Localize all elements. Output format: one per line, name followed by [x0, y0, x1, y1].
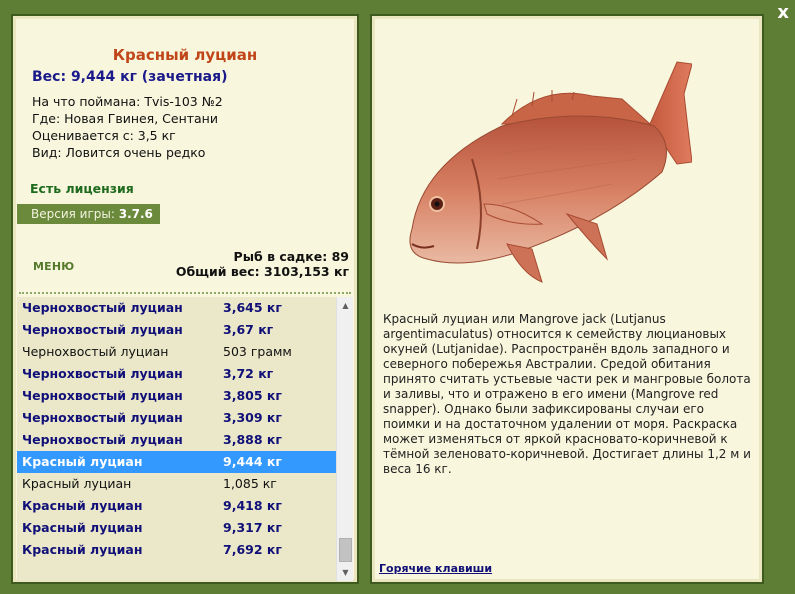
catch-row-name: Чернохвостый луциан [22, 432, 183, 447]
catch-row[interactable]: Красный луциан 7,692 кг [17, 539, 336, 561]
fish-description: Красный луциан или Mangrove jack (Lutjan… [383, 312, 751, 476]
fish-image [409, 61, 692, 283]
catch-row-name: Красный луциан [22, 520, 143, 535]
rarity-line: Вид: Ловится очень редко [32, 145, 206, 160]
version-label: Версия игры: [31, 207, 115, 221]
catch-row-name: Чернохвостый луциан [22, 366, 183, 381]
catch-row-name: Чернохвостый луциан [22, 410, 183, 425]
catch-row[interactable]: Чернохвостый луциан 503 грамм [17, 341, 336, 363]
bait-line: На что поймана: Tvis-103 №2 [32, 94, 223, 109]
catch-row-name: Красный луциан [22, 542, 143, 557]
catch-row[interactable]: Чернохвостый луциан 3,309 кг [17, 407, 336, 429]
fish-weight: Вес: 9,444 кг (зачетная) [32, 69, 228, 85]
catch-row-weight: 9,444 кг [223, 454, 282, 469]
hotkeys-link[interactable]: Горячие клавиши [379, 562, 492, 575]
catch-row-weight: 3,67 кг [223, 322, 274, 337]
catch-row-weight: 3,805 кг [223, 388, 282, 403]
catch-row-weight: 3,72 кг [223, 366, 274, 381]
catch-row-weight: 503 грамм [223, 344, 292, 359]
catch-row-weight: 1,085 кг [223, 476, 277, 491]
version-bar: Версия игры: 3.7.6 [17, 204, 160, 224]
catch-row[interactable]: Красный луциан 1,085 кг [17, 473, 336, 495]
catch-list[interactable]: Чернохвостый луциан 3,645 кг Чернохвостый … [17, 297, 336, 581]
catch-row-name: Чернохвостый луциан [22, 344, 169, 359]
catch-row-weight: 7,692 кг [223, 542, 282, 557]
keep-total-weight: Общий вес: 3103,153 кг [175, 264, 349, 279]
fish-details-panel: Красный луциан Вес: 9,444 кг (зачетная) … [11, 14, 359, 584]
catch-row-name: Красный луциан [22, 476, 132, 491]
catch-row-weight: 9,317 кг [223, 520, 282, 535]
fish-info: Красный луциан Вес: 9,444 кг (зачетная) … [13, 16, 357, 292]
catch-row[interactable]: Чернохвостый луциан 3,805 кг [17, 385, 336, 407]
catch-row[interactable]: Чернохвостый луциан 3,67 кг [17, 319, 336, 341]
catch-row-weight: 3,888 кг [223, 432, 282, 447]
keep-count: Рыб в садке: 89 [233, 249, 349, 264]
catch-row-weight: 3,309 кг [223, 410, 282, 425]
version-value: 3.7.6 [118, 207, 153, 221]
fish-description-panel: Красный луциан или Mangrove jack (Lutjan… [370, 14, 764, 584]
catch-row[interactable]: Чернохвостый луциан 3,888 кг [17, 429, 336, 451]
catch-row-name: Красный луциан [22, 454, 143, 469]
scrollbar-thumb[interactable] [339, 538, 352, 562]
close-button[interactable]: x [777, 2, 789, 23]
catch-row-weight: 9,418 кг [223, 498, 282, 513]
catch-row-name: Чернохвостый луциан [22, 388, 183, 403]
catch-list-scrollbar[interactable]: ▲ ▼ [336, 297, 353, 581]
scroll-down-arrow-icon[interactable]: ▼ [337, 564, 354, 581]
menu-button[interactable]: МЕНЮ [33, 260, 74, 273]
catch-row-name: Красный луциан [22, 498, 143, 513]
catch-row[interactable]: Красный луциан 9,317 кг [17, 517, 336, 539]
catch-row-name: Чернохвостый луциан [22, 322, 183, 337]
divider [19, 292, 351, 294]
catch-row[interactable]: Чернохвостый луциан 3,645 кг [17, 297, 336, 319]
catch-row[interactable]: Красный луциан 9,444 кг [17, 451, 336, 473]
catch-row-weight: 3,645 кг [223, 300, 282, 315]
catch-row[interactable]: Красный луциан 9,418 кг [17, 495, 336, 517]
scroll-up-arrow-icon[interactable]: ▲ [337, 297, 354, 314]
keep-stats: Рыб в садке: 89 Общий вес: 3103,153 кг [176, 249, 349, 279]
fish-title: Красный луциан [112, 46, 258, 64]
fish-info-lines: На что поймана: Tvis-103 №2 Где: Новая Г… [32, 93, 223, 161]
license-status: Есть лицензия [30, 181, 134, 196]
location-line: Где: Новая Гвинея, Сентани [32, 111, 218, 126]
catch-row-name: Чернохвостый луциан [22, 300, 183, 315]
catch-row[interactable]: Чернохвостый луциан 3,72 кг [17, 363, 336, 385]
rating-line: Оценивается с: 3,5 кг [32, 128, 176, 143]
